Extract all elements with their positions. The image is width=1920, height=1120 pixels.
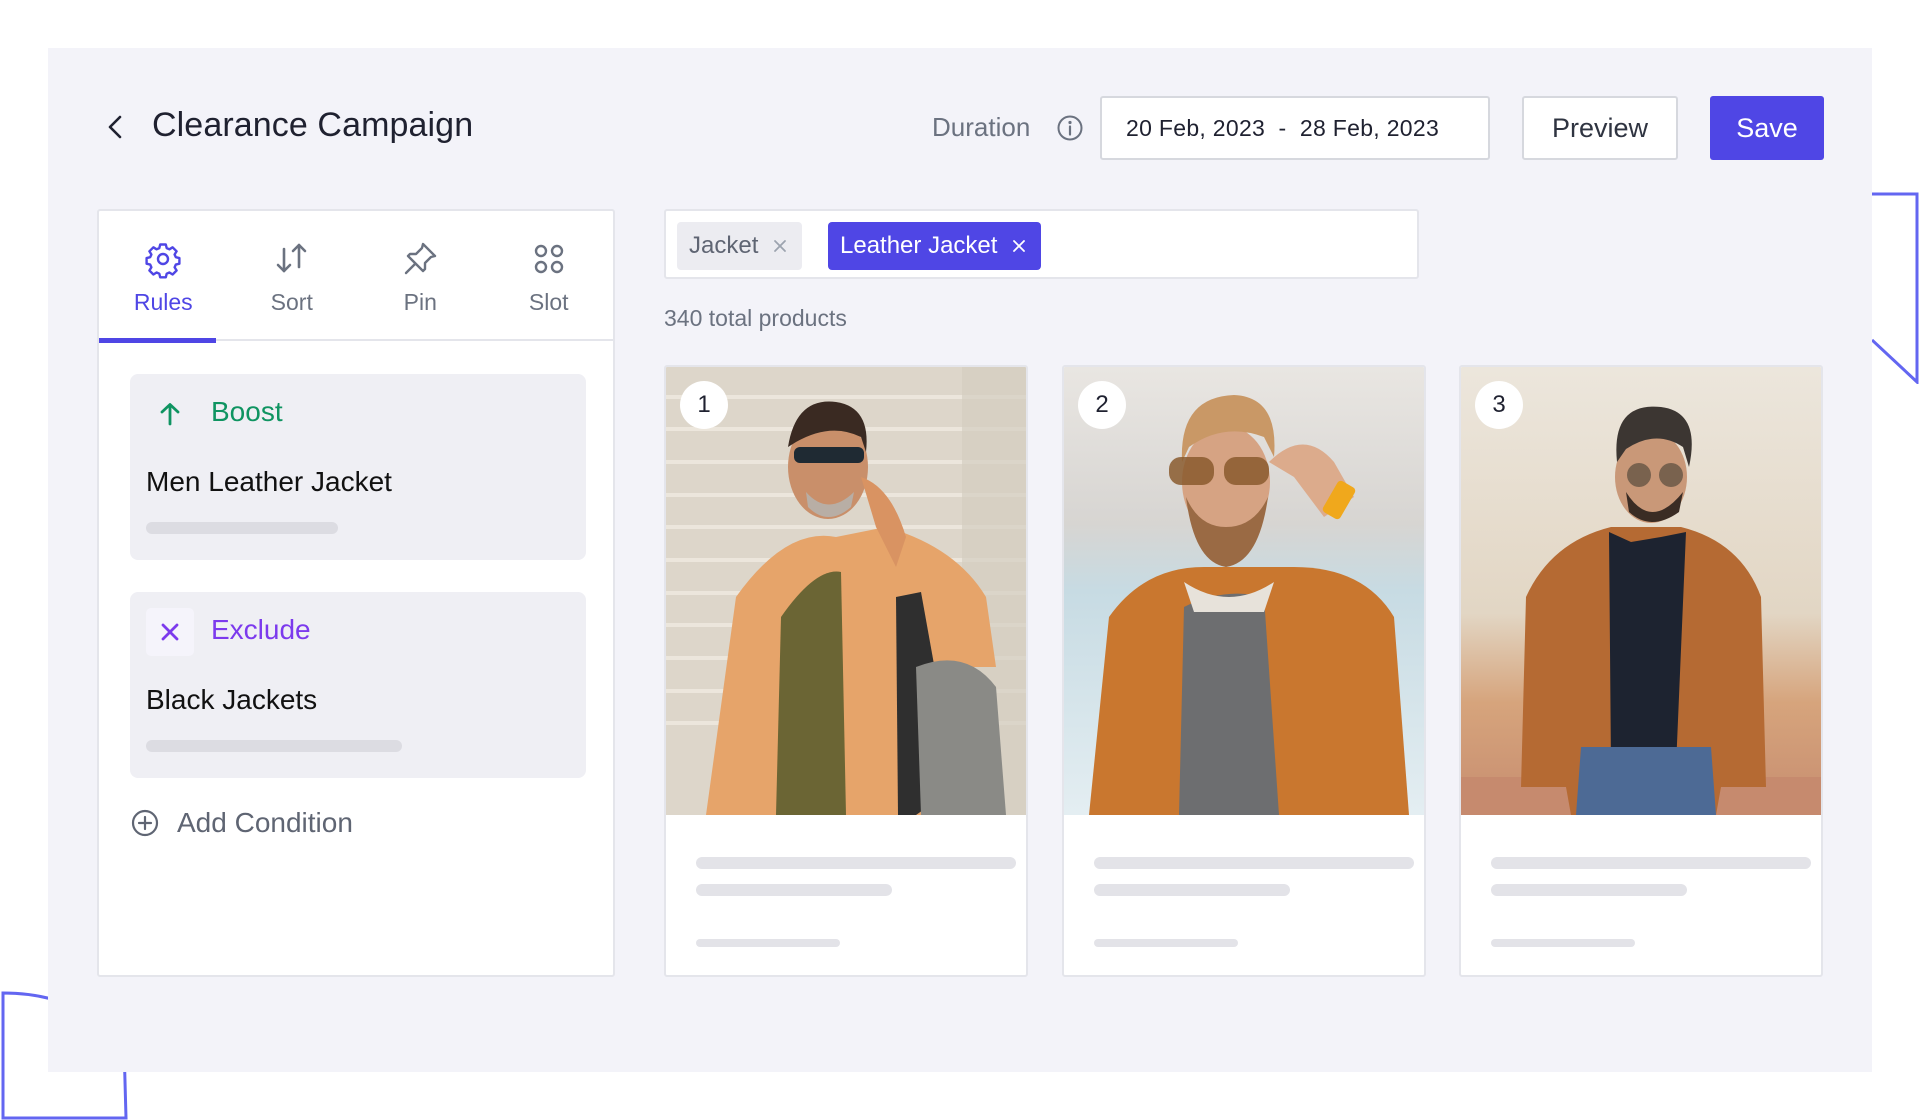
rule-card-exclude[interactable]: Exclude Black Jackets xyxy=(130,592,586,778)
close-icon[interactable] xyxy=(1011,238,1027,254)
info-circle-icon[interactable] xyxy=(1056,114,1084,142)
placeholder-line xyxy=(1094,884,1290,896)
placeholder-line xyxy=(1491,857,1811,869)
product-card[interactable]: 1 xyxy=(664,365,1028,977)
filter-chip[interactable]: Jacket xyxy=(677,222,803,270)
gear-icon xyxy=(145,243,181,279)
rank-badge: 2 xyxy=(1078,381,1126,429)
tab-label: Slot xyxy=(528,289,569,315)
rule-type: Boost xyxy=(211,396,283,427)
rule-card-boost[interactable]: Boost Men Leather Jacket xyxy=(130,374,586,560)
product-photo xyxy=(666,367,1026,815)
rule-placeholder-bar xyxy=(146,522,338,534)
chip-label: Jacket xyxy=(689,232,759,259)
rule-type: Exclude xyxy=(211,614,311,645)
product-card[interactable]: 2 xyxy=(1062,365,1426,977)
arrow-up-icon xyxy=(160,403,180,426)
duration-label: Duration xyxy=(932,112,1031,142)
total-products-count: 340 total products xyxy=(664,305,847,331)
filter-chip-selected[interactable]: Leather Jacket xyxy=(828,222,1042,270)
close-icon xyxy=(161,623,179,641)
rule-placeholder-bar xyxy=(146,740,402,752)
end-date: 28 Feb, 2023 xyxy=(1299,114,1440,141)
preview-button[interactable]: Preview xyxy=(1522,96,1678,160)
save-button[interactable]: Save xyxy=(1710,96,1824,160)
placeholder-line xyxy=(696,857,1016,869)
grid-circles-icon xyxy=(534,244,563,274)
placeholder-line xyxy=(696,939,840,947)
tab-label: Sort xyxy=(270,289,313,315)
tab-slot[interactable]: Slot xyxy=(485,211,614,341)
tab-label: Rules xyxy=(133,289,193,315)
add-condition-button[interactable]: Add Condition xyxy=(131,807,353,839)
close-icon[interactable] xyxy=(772,238,788,254)
sort-arrows-icon xyxy=(276,243,307,273)
tab-sort[interactable]: Sort xyxy=(228,211,357,341)
panel-tabs: Rules Sort Pin Slot xyxy=(99,211,614,343)
placeholder-line xyxy=(1094,939,1238,947)
product-image xyxy=(1064,367,1424,815)
filter-input[interactable]: Jacket Leather Jacket xyxy=(664,209,1419,279)
back-button[interactable] xyxy=(100,112,130,142)
decorative-outline-right xyxy=(1872,192,1919,384)
add-condition-label: Add Condition xyxy=(177,807,353,838)
placeholder-line xyxy=(696,884,892,896)
tab-label: Pin xyxy=(403,289,437,315)
product-photo xyxy=(1064,367,1424,815)
rule-name: Black Jackets xyxy=(146,684,318,715)
rank-badge: 3 xyxy=(1475,381,1523,429)
chip-label: Leather Jacket xyxy=(840,232,998,259)
tab-rules[interactable]: Rules xyxy=(99,211,228,343)
start-date: 20 Feb, 2023 xyxy=(1126,114,1266,141)
product-card[interactable]: 3 xyxy=(1459,365,1823,977)
page-title: Clearance Campaign xyxy=(152,106,474,144)
rule-name: Men Leather Jacket xyxy=(146,466,392,497)
placeholder-line xyxy=(1491,884,1687,896)
placeholder-line xyxy=(1094,857,1414,869)
product-image xyxy=(1461,367,1821,815)
rank-badge: 1 xyxy=(680,381,728,429)
date-separator: - xyxy=(1278,114,1287,141)
plus-circle-icon xyxy=(131,809,159,837)
placeholder-line xyxy=(1491,939,1635,947)
pin-icon xyxy=(405,242,437,275)
product-photo xyxy=(1461,367,1821,815)
rules-panel: Rules Sort Pin Slot Boost Men Leather Ja… xyxy=(97,209,615,977)
chevron-left-icon xyxy=(108,115,122,139)
tab-pin[interactable]: Pin xyxy=(356,211,485,341)
product-image xyxy=(666,367,1026,815)
date-range-picker[interactable]: 20 Feb, 2023 - 28 Feb, 2023 xyxy=(1100,96,1490,160)
